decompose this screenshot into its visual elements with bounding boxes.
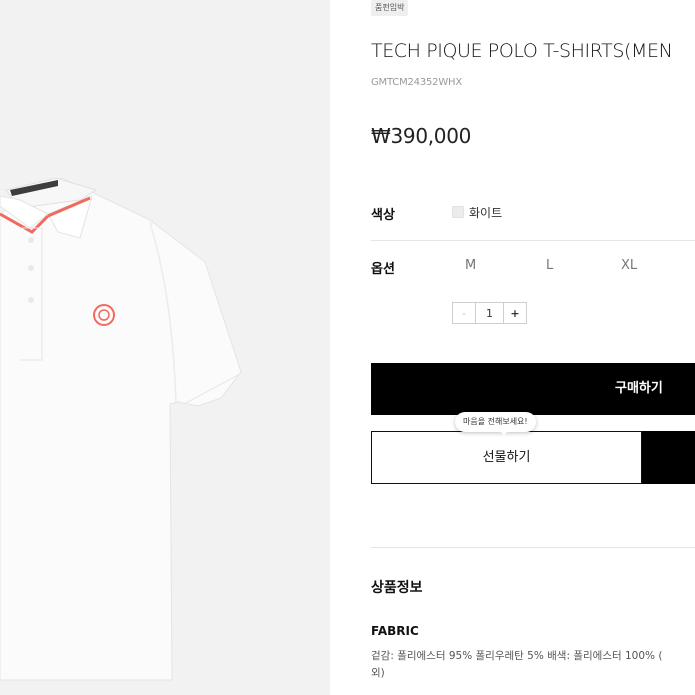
product-price: ₩390,000 bbox=[371, 124, 472, 148]
tooltip-tail bbox=[499, 430, 509, 435]
quantity-value[interactable]: 1 bbox=[476, 303, 503, 323]
product-detail-panel: 품펀임박 TECH PIQUE POLO T-SHIRTS(MEN GMTCM2… bbox=[371, 0, 695, 695]
secondary-action-button[interactable] bbox=[642, 431, 695, 484]
status-badge: 품펀임박 bbox=[371, 0, 409, 16]
divider bbox=[371, 240, 695, 241]
product-info-title: 상품정보 bbox=[371, 580, 423, 596]
buy-button[interactable]: 구매하기 bbox=[371, 363, 695, 415]
decrease-quantity-button[interactable]: - bbox=[453, 303, 476, 323]
size-option-xl[interactable]: XL bbox=[621, 258, 637, 273]
product-image-panel bbox=[0, 0, 330, 695]
fabric-label: FABRIC bbox=[371, 624, 419, 638]
fabric-description: 겉감: 폴리에스터 95% 폴리우레탄 5% 배색: 폴리에스터 100% ( … bbox=[371, 648, 695, 682]
increase-quantity-button[interactable]: + bbox=[503, 303, 526, 323]
divider bbox=[371, 547, 695, 548]
quantity-stepper: - 1 + bbox=[452, 302, 527, 324]
size-option-m[interactable]: M bbox=[465, 258, 476, 273]
color-swatch-white[interactable] bbox=[452, 206, 464, 218]
gift-tooltip: 마음을 전해보세요! bbox=[455, 412, 536, 432]
color-label: 색상 bbox=[371, 208, 395, 223]
fabric-line: 외) bbox=[371, 667, 385, 679]
polo-shirt-image bbox=[0, 177, 242, 681]
fabric-line: 겉감: 폴리에스터 95% 폴리우레탄 5% 배색: 폴리에스터 100% ( bbox=[371, 650, 663, 662]
size-label: 옵션 bbox=[371, 262, 395, 277]
size-option-l[interactable]: L bbox=[546, 258, 553, 273]
product-title: TECH PIQUE POLO T-SHIRTS(MEN bbox=[371, 40, 673, 62]
product-code: GMTCM24352WHX bbox=[371, 77, 462, 88]
color-option-white[interactable]: 화이트 bbox=[469, 204, 502, 221]
gift-button[interactable]: 선물하기 bbox=[371, 431, 642, 484]
